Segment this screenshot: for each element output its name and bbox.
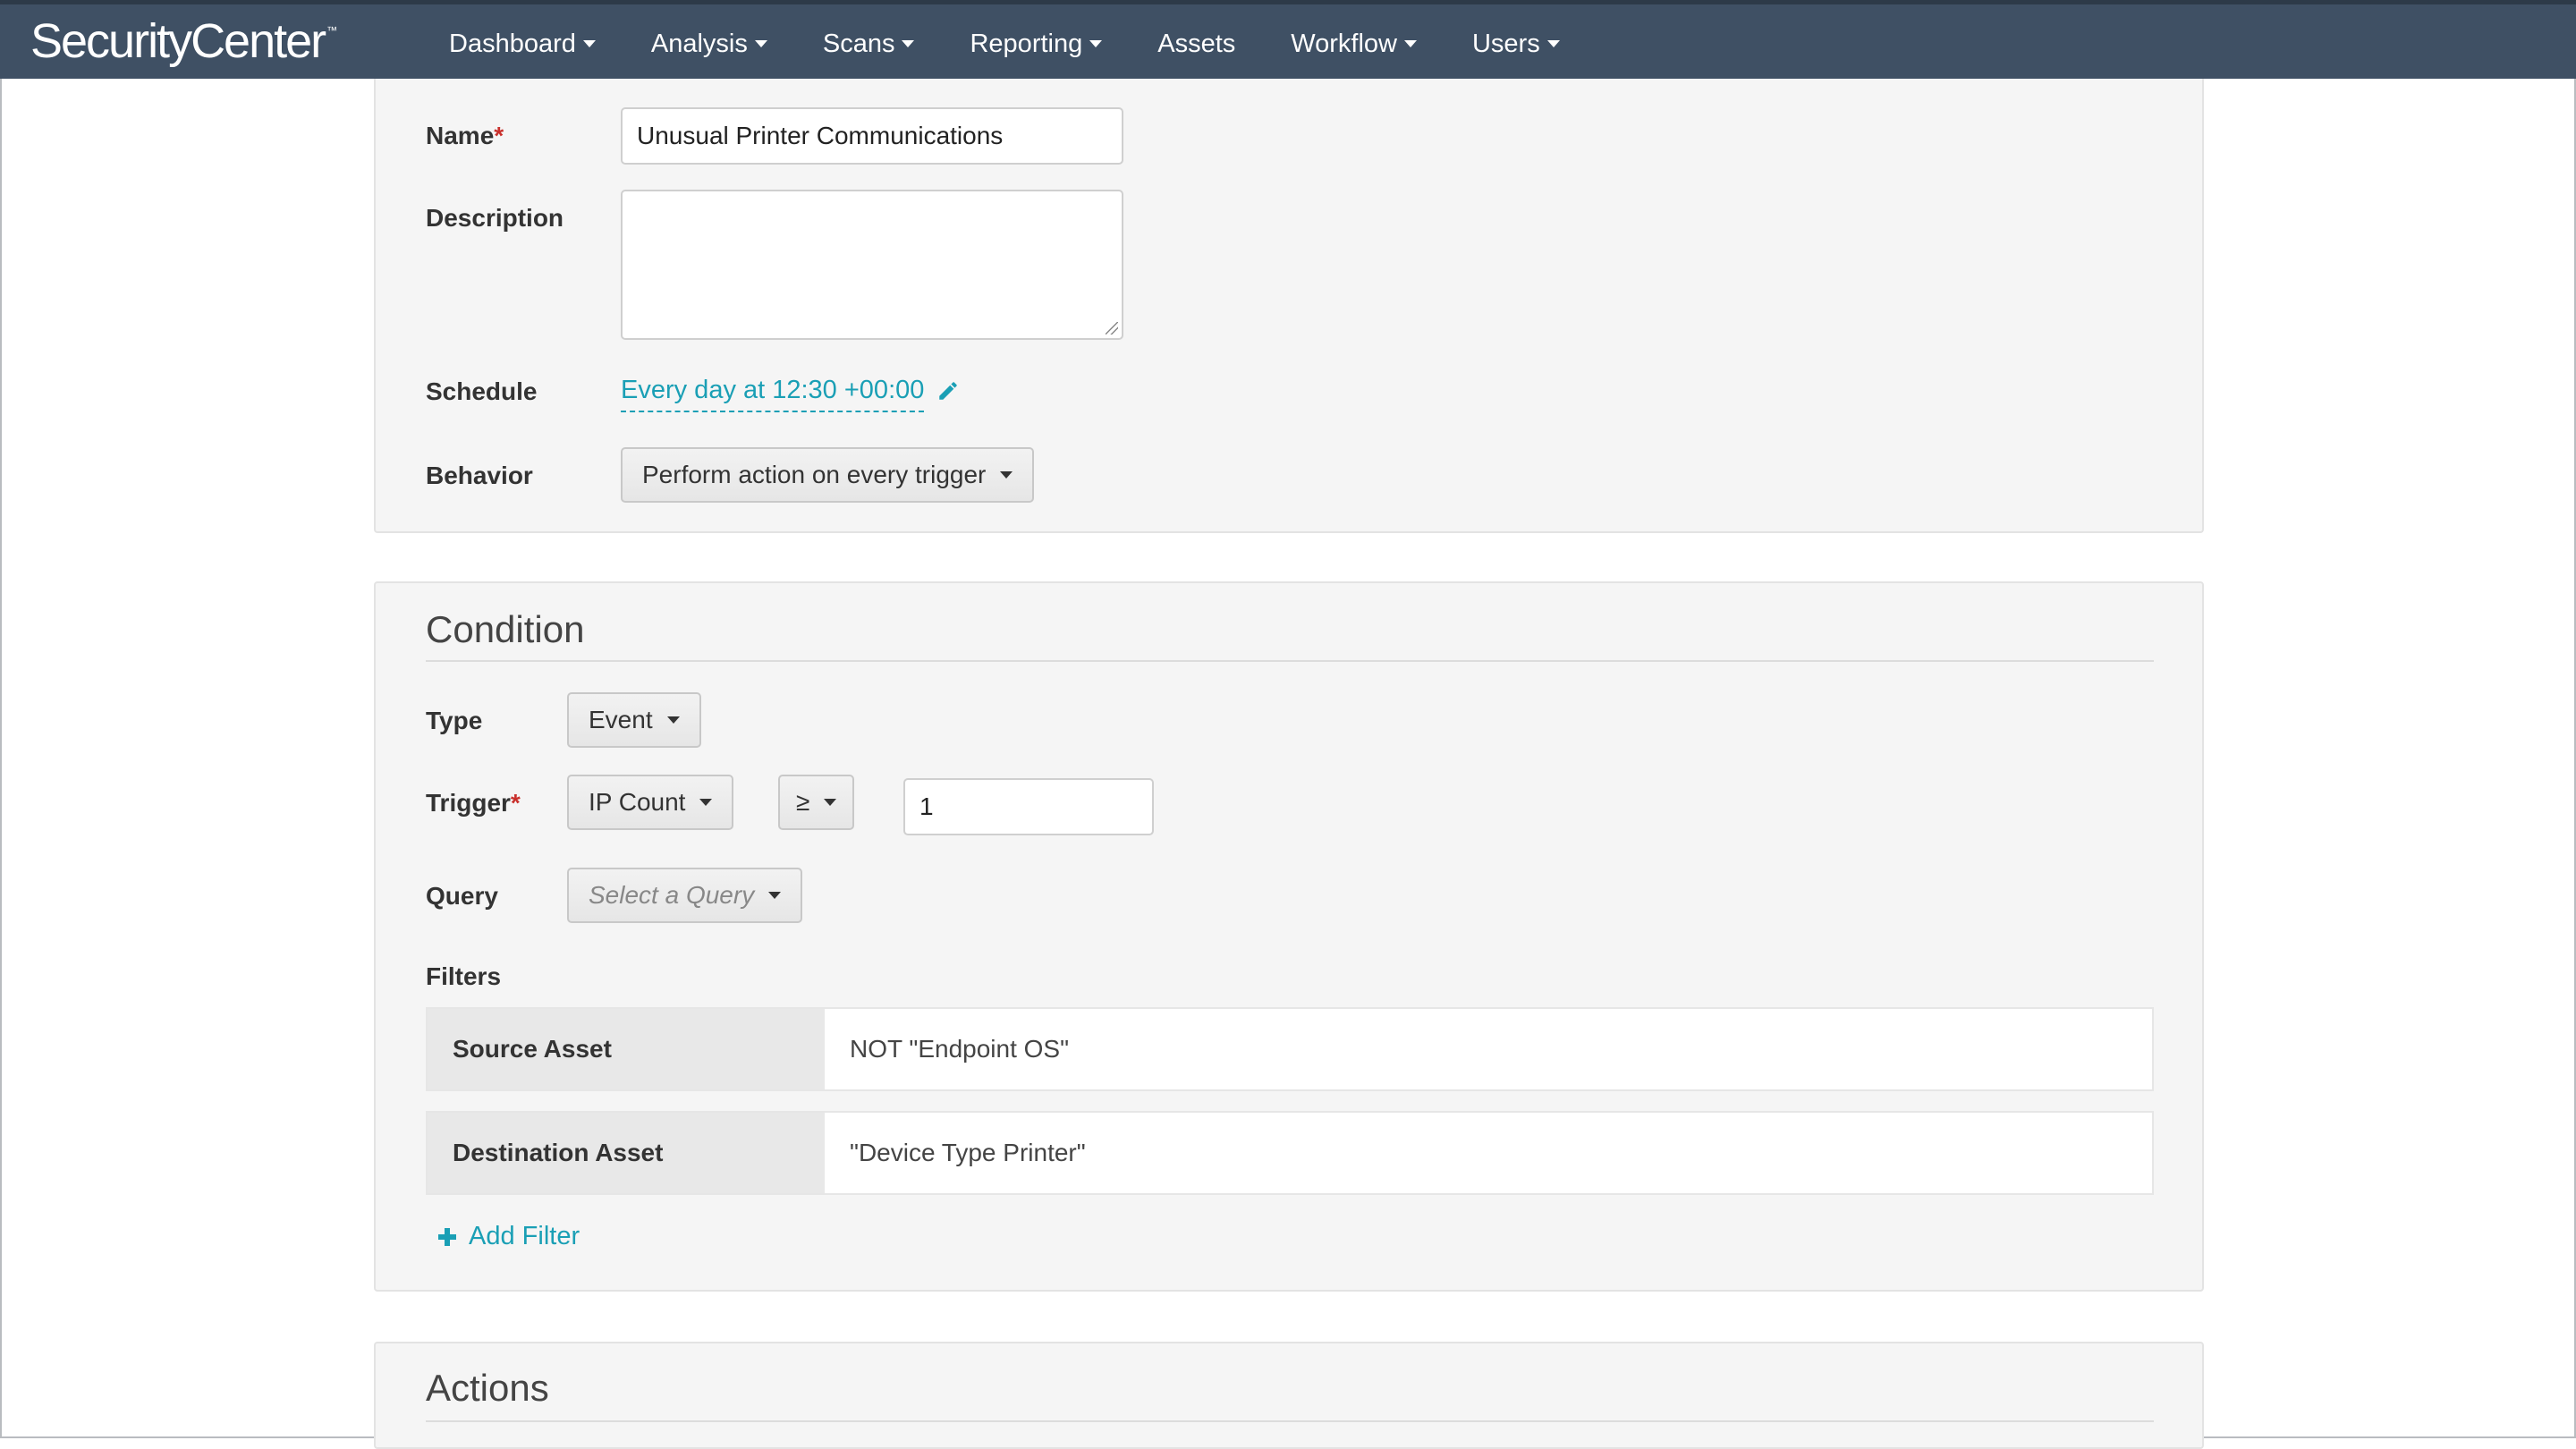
nav-users[interactable]: Users xyxy=(1472,4,1560,83)
behavior-value: Perform action on every trigger xyxy=(642,461,987,488)
description-textarea[interactable] xyxy=(621,190,1123,340)
nav-label: Analysis xyxy=(650,29,748,58)
caret-down-icon xyxy=(902,40,915,47)
pencil-icon[interactable] xyxy=(936,379,960,402)
caret-down-icon xyxy=(754,40,767,47)
threshold-input[interactable]: 1 xyxy=(903,778,1154,835)
nav-label: Dashboard xyxy=(449,29,576,58)
nav-scans[interactable]: Scans xyxy=(823,4,915,83)
condition-panel: Condition Type Event Trigger* IP Count ≥… xyxy=(374,581,2204,1292)
description-label: Description xyxy=(426,204,564,232)
caret-down-icon xyxy=(1403,40,1417,47)
add-filter-button[interactable]: Add Filter xyxy=(438,1222,580,1251)
condition-divider xyxy=(426,660,2154,662)
caret-down-icon xyxy=(1089,40,1103,47)
required-mark: * xyxy=(510,789,521,817)
caret-down-icon xyxy=(1546,40,1560,47)
name-input[interactable]: Unusual Printer Communications xyxy=(621,107,1123,165)
operator-dropdown[interactable]: ≥ xyxy=(778,775,855,830)
brand-text: SecurityCenter xyxy=(30,14,326,68)
behavior-label: Behavior xyxy=(426,462,533,489)
actions-panel: Actions xyxy=(374,1342,2204,1449)
trigger-value: IP Count xyxy=(589,788,686,816)
resize-grip-icon[interactable] xyxy=(1106,322,1118,335)
schedule-label: Schedule xyxy=(426,377,538,405)
required-mark: * xyxy=(494,122,504,149)
filter-value: "Device Type Printer" xyxy=(850,1139,1086,1166)
trigger-label: Trigger* xyxy=(426,789,521,818)
actions-divider xyxy=(426,1420,2154,1422)
nav-workflow[interactable]: Workflow xyxy=(1291,4,1417,83)
nav-label: Assets xyxy=(1157,29,1236,58)
condition-title: Condition xyxy=(426,608,585,650)
brand-logo[interactable]: SecurityCenter ™ xyxy=(30,13,337,69)
schedule-link[interactable]: Every day at 12:30 +00:00 xyxy=(621,376,925,412)
main-nav: Dashboard Analysis Scans Reporting Asset… xyxy=(449,4,1615,83)
actions-title: Actions xyxy=(426,1367,549,1409)
trigger-dropdown[interactable]: IP Count xyxy=(567,775,734,830)
type-dropdown[interactable]: Event xyxy=(567,692,701,748)
query-label: Query xyxy=(426,882,498,910)
query-dropdown[interactable]: Select a Query xyxy=(567,868,803,923)
nav-label: Reporting xyxy=(970,29,1083,58)
name-label: Name* xyxy=(426,122,504,150)
general-panel: Name* Unusual Printer Communications Des… xyxy=(374,79,2204,533)
caret-down-icon xyxy=(666,716,680,724)
filter-key: Destination Asset xyxy=(428,1113,825,1193)
add-filter-label: Add Filter xyxy=(469,1222,580,1250)
caret-down-icon xyxy=(824,799,837,806)
filters-label: Filters xyxy=(426,962,502,990)
name-label-text: Name xyxy=(426,122,495,149)
query-placeholder: Select a Query xyxy=(589,881,755,909)
nav-analysis[interactable]: Analysis xyxy=(651,4,767,83)
plus-icon xyxy=(438,1227,456,1246)
filter-row-destination-asset[interactable]: Destination Asset "Device Type Printer" xyxy=(426,1111,2154,1195)
schedule-control: Every day at 12:30 +00:00 xyxy=(621,376,960,412)
nav-reporting[interactable]: Reporting xyxy=(970,4,1103,83)
filter-row-source-asset[interactable]: Source Asset NOT "Endpoint OS" xyxy=(426,1007,2154,1091)
nav-label: Workflow xyxy=(1291,29,1397,58)
trigger-label-text: Trigger xyxy=(426,789,511,817)
caret-down-icon xyxy=(768,892,782,899)
nav-dashboard[interactable]: Dashboard xyxy=(449,4,596,83)
name-input-value: Unusual Printer Communications xyxy=(637,122,1004,149)
behavior-dropdown[interactable]: Perform action on every trigger xyxy=(621,447,1035,503)
filter-key: Source Asset xyxy=(428,1009,825,1089)
nav-assets[interactable]: Assets xyxy=(1157,4,1235,83)
caret-down-icon xyxy=(1000,471,1013,479)
type-label: Type xyxy=(426,707,483,734)
filter-value: NOT "Endpoint OS" xyxy=(850,1035,1070,1063)
nav-label: Users xyxy=(1471,29,1540,58)
caret-down-icon xyxy=(699,799,713,806)
threshold-value: 1 xyxy=(919,792,934,820)
nav-label: Scans xyxy=(822,29,895,58)
top-navbar: SecurityCenter ™ Dashboard Analysis Scans… xyxy=(0,0,2576,79)
operator-value: ≥ xyxy=(796,788,810,816)
type-value: Event xyxy=(589,706,653,733)
caret-down-icon xyxy=(582,40,596,47)
trademark-mark: ™ xyxy=(326,24,337,37)
